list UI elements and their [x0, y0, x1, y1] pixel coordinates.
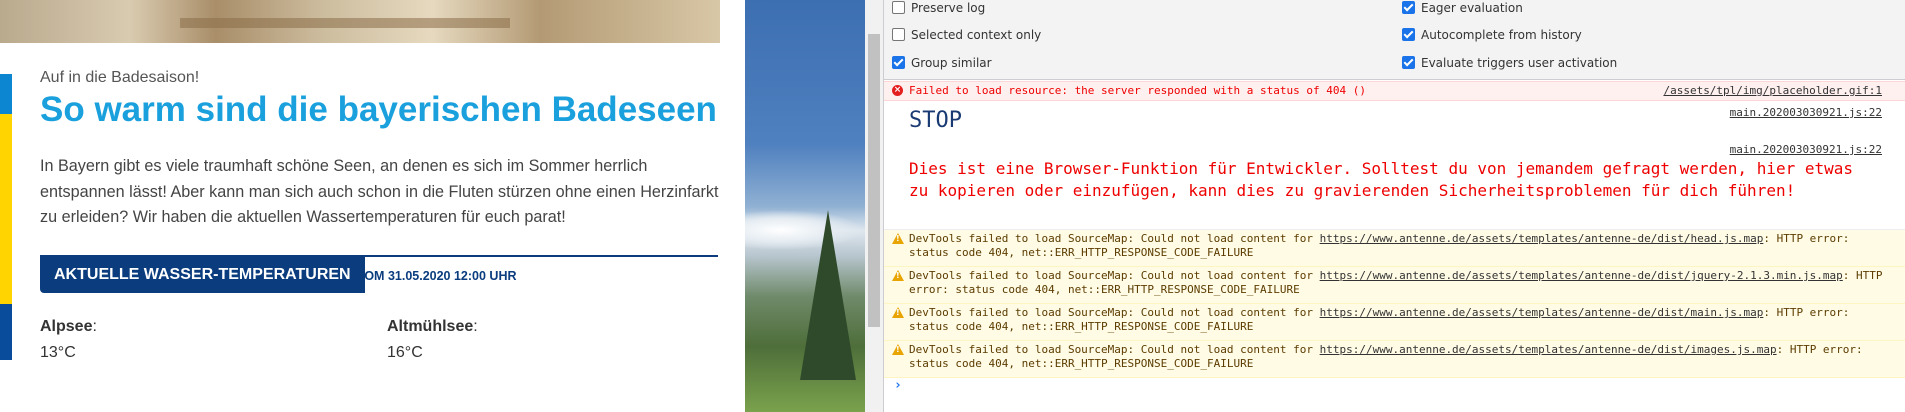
water-temperature-title: AKTUELLE WASSER-TEMPERATUREN — [40, 257, 365, 293]
chevron-right-prompt-icon: › — [894, 378, 902, 393]
article-kicker: Auf in die Badesaison! — [40, 69, 200, 86]
website-panel: Auf in die Badesaison! So warm sind die … — [0, 0, 745, 412]
sourcemap-link[interactable]: https://www.antenne.de/assets/templates/… — [1320, 232, 1764, 245]
error-text: Failed to load resource: the server resp… — [909, 84, 1366, 97]
console-warning-message: DevTools failed to load SourceMap: Could… — [884, 304, 1905, 341]
lake-name-colon: : — [92, 318, 97, 335]
water-temperature-header: AKTUELLE WASSER-TEMPERATUREN VOM 31.05.2… — [40, 255, 718, 293]
mountain-photo — [745, 0, 865, 412]
setting-label: Preserve log — [911, 1, 986, 15]
side-accent-blue — [0, 74, 12, 114]
warning-triangle-icon — [892, 233, 904, 244]
devtools-console: Preserve log Selected context only Group… — [883, 0, 1905, 412]
lake-item-altmuehlsee: Altmühlsee: 16°C — [387, 318, 478, 361]
console-settings-pane: Preserve log Selected context only Group… — [884, 0, 1905, 80]
side-accent-navy — [0, 304, 12, 360]
setting-evaluate-triggers-user-activation[interactable]: Evaluate triggers user activation — [1402, 55, 1617, 71]
lake-name: Altmühlsee — [387, 318, 474, 335]
sourcemap-link[interactable]: https://www.antenne.de/assets/templates/… — [1320, 343, 1777, 356]
stop-source-link[interactable]: main.202003030921.js:22 — [1730, 106, 1882, 119]
setting-label: Selected context only — [911, 28, 1042, 42]
lake-temperature: 16°C — [387, 344, 423, 361]
article-headline: So warm sind die bayerischen Badeseen — [40, 90, 717, 129]
lake-temperature: 13°C — [40, 344, 76, 361]
setting-eager-evaluation[interactable]: Eager evaluation — [1402, 0, 1523, 16]
setting-autocomplete-from-history[interactable]: Autocomplete from history — [1402, 27, 1582, 43]
error-source-link[interactable]: /assets/tpl/img/placeholder.gif:1 — [1663, 84, 1882, 97]
warning-text: DevTools failed to load SourceMap: Could… — [909, 269, 1883, 296]
lake-name-colon: : — [473, 318, 478, 335]
setting-label: Eager evaluation — [1421, 1, 1523, 15]
warning-text: DevTools failed to load SourceMap: Could… — [909, 232, 1850, 259]
console-stop-message: STOP main.202003030921.js:22 — [884, 101, 1905, 141]
console-prompt-input[interactable]: › — [894, 378, 902, 393]
dock-shape — [180, 18, 510, 28]
page-scrollbar-thumb[interactable] — [868, 34, 880, 327]
checkbox-checked-icon[interactable] — [892, 56, 905, 69]
lake-name: Alpsee — [40, 318, 93, 335]
side-accent-yellow — [0, 114, 12, 304]
checkbox-unchecked-icon[interactable] — [892, 28, 905, 41]
warning-text: DevTools failed to load SourceMap: Could… — [909, 343, 1863, 370]
security-warning-text: Dies ist eine Browser-Funktion für Entwi… — [909, 159, 1854, 200]
setting-label: Evaluate triggers user activation — [1421, 56, 1618, 70]
console-security-warning: main.202003030921.js:22 Dies ist eine Br… — [884, 141, 1905, 230]
console-warning-message: DevTools failed to load SourceMap: Could… — [884, 341, 1905, 378]
lake-dock-image — [0, 0, 720, 43]
checkbox-checked-icon[interactable] — [1402, 56, 1415, 69]
warning-triangle-icon — [892, 270, 904, 281]
setting-group-similar[interactable]: Group similar — [892, 55, 992, 71]
checkbox-checked-icon[interactable] — [1402, 28, 1415, 41]
warning-triangle-icon — [892, 307, 904, 318]
sourcemap-link[interactable]: https://www.antenne.de/assets/templates/… — [1320, 269, 1843, 282]
setting-label: Group similar — [911, 56, 992, 70]
water-temperature-date: VOM 31.05.2020 12:00 UHR — [356, 269, 517, 283]
warning-text: DevTools failed to load SourceMap: Could… — [909, 306, 1850, 333]
article-intro: In Bayern gibt es viele traumhaft schöne… — [40, 157, 719, 226]
console-error-message: × Failed to load resource: the server re… — [884, 81, 1905, 101]
console-warning-message: DevTools failed to load SourceMap: Could… — [884, 267, 1905, 304]
error-x-icon: × — [892, 85, 903, 96]
warning-triangle-icon — [892, 344, 904, 355]
console-warning-message: DevTools failed to load SourceMap: Could… — [884, 230, 1905, 267]
checkbox-unchecked-icon[interactable] — [892, 1, 905, 14]
setting-preserve-log[interactable]: Preserve log — [892, 0, 985, 16]
setting-label: Autocomplete from history — [1421, 28, 1582, 42]
sourcemap-link[interactable]: https://www.antenne.de/assets/templates/… — [1320, 306, 1764, 319]
security-warning-source-link[interactable]: main.202003030921.js:22 — [1730, 143, 1882, 156]
setting-selected-context-only[interactable]: Selected context only — [892, 27, 1041, 43]
stop-text: STOP — [909, 108, 962, 133]
tree-shape — [800, 210, 856, 380]
lake-item-alpsee: Alpsee: 13°C — [40, 318, 97, 361]
checkbox-checked-icon[interactable] — [1402, 1, 1415, 14]
